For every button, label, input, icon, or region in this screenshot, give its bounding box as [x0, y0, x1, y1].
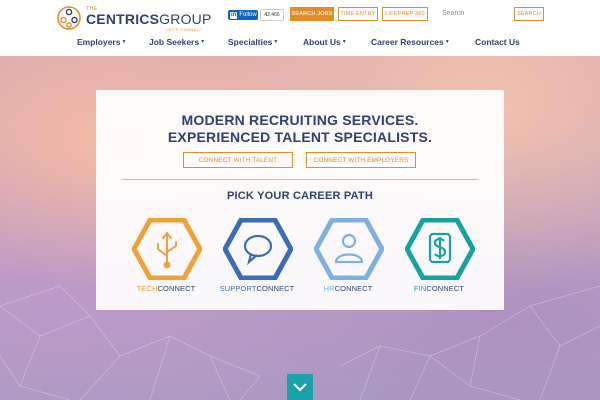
- card-divider: [122, 179, 478, 180]
- nav-employers[interactable]: Employers▼: [77, 37, 126, 47]
- finconnect-label: FINCONNECT: [389, 284, 489, 293]
- supportconnect-hexagon: [223, 218, 293, 280]
- supportconnect-link[interactable]: SUPPORTCONNECT: [213, 218, 297, 298]
- supportconnect-prefix: SUPPORT: [219, 284, 257, 293]
- techconnect-prefix: TECH: [136, 284, 158, 293]
- search-jobs-button[interactable]: SEARCH JOBS: [290, 7, 334, 21]
- linkedin-follow-label: Follow: [239, 12, 257, 18]
- nav-career-resources-label: Career Resources: [371, 37, 444, 47]
- logo-wordmark: CENTRICSGROUP: [86, 11, 212, 27]
- chevron-down-icon: [293, 383, 307, 392]
- hero-headline: MODERN RECRUITING SERVICES. EXPERIENCED …: [96, 112, 504, 146]
- speech-bubble-icon: [243, 234, 273, 266]
- nav-job-seekers-label: Job Seekers: [149, 37, 200, 47]
- finconnect-hexagon: [405, 218, 475, 280]
- chevron-down-icon: ▼: [341, 39, 347, 45]
- logo-people-icon: [57, 6, 81, 30]
- nav-employers-label: Employers: [77, 37, 121, 47]
- nav-about-us[interactable]: About Us▼: [303, 37, 347, 47]
- connect-with-employers-button[interactable]: CONNECT WITH EMPLOYERS: [306, 152, 416, 168]
- nav-specialties-label: Specialties: [228, 37, 273, 47]
- finconnect-prefix: FIN: [413, 284, 427, 293]
- usb-icon: [157, 231, 177, 269]
- techconnect-link[interactable]: TECHCONNECT: [122, 218, 206, 298]
- nav-about-us-label: About Us: [303, 37, 341, 47]
- hrconnect-link[interactable]: HRCONNECT: [304, 218, 388, 298]
- techconnect-hexagon: [132, 218, 202, 280]
- site-header: THE CENTRICSGROUP LET'S CONNECT in Follo…: [0, 0, 600, 56]
- hero-card: MODERN RECRUITING SERVICES. EXPERIENCED …: [96, 90, 504, 310]
- linkedin-follower-count: 42,466: [260, 9, 284, 21]
- finconnect-suffix: CONNECT: [426, 284, 465, 293]
- linkedin-follow-button[interactable]: in Follow: [228, 10, 258, 20]
- supportconnect-label: SUPPORTCONNECT: [207, 284, 307, 293]
- supportconnect-suffix: CONNECT: [256, 284, 295, 293]
- centrics-group-logo[interactable]: THE CENTRICSGROUP LET'S CONNECT: [56, 5, 211, 32]
- person-icon: [334, 233, 364, 264]
- search-button[interactable]: SEARCH: [514, 7, 544, 21]
- chevron-down-icon: ▼: [444, 39, 450, 45]
- nav-job-seekers[interactable]: Job Seekers▼: [149, 37, 205, 47]
- nav-contact-us[interactable]: Contact Us: [475, 37, 520, 47]
- techconnect-label: TECHCONNECT: [116, 284, 216, 293]
- chevron-down-icon: ▼: [200, 39, 206, 45]
- chevron-down-icon: ▼: [273, 39, 279, 45]
- nav-specialties[interactable]: Specialties▼: [228, 37, 278, 47]
- linkedin-icon: in: [230, 11, 238, 19]
- time-entry-button[interactable]: TIME ENTRY: [338, 7, 378, 21]
- hrconnect-suffix: CONNECT: [334, 284, 373, 293]
- main-nav: Employers▼ Job Seekers▼ Specialties▼ Abo…: [0, 32, 600, 54]
- pick-career-path-title: PICK YOUR CAREER PATH: [227, 190, 373, 202]
- chevron-down-icon: ▼: [121, 39, 127, 45]
- scroll-down-button[interactable]: [287, 374, 313, 400]
- logo-wordmark-bold: CENTRICS: [86, 11, 160, 27]
- hrconnect-label: HRCONNECT: [298, 284, 398, 293]
- nav-contact-us-label: Contact Us: [475, 37, 520, 47]
- logo-wordmark-light: GROUP: [159, 11, 212, 27]
- connect-with-talent-button[interactable]: CONNECT WITH TALENT: [183, 152, 293, 168]
- headline-line-1: MODERN RECRUITING SERVICES.: [181, 112, 419, 128]
- hrconnect-prefix: HR: [323, 284, 335, 293]
- techconnect-suffix: CONNECT: [157, 284, 196, 293]
- search-input[interactable]: [438, 6, 510, 20]
- dollar-icon: [428, 232, 452, 264]
- lifeprep-button[interactable]: LIFEPREP 360: [382, 7, 428, 21]
- finconnect-link[interactable]: FINCONNECT: [395, 218, 479, 298]
- hrconnect-hexagon: [314, 218, 384, 280]
- headline-line-2: EXPERIENCED TALENT SPECIALISTS.: [167, 129, 433, 145]
- nav-career-resources[interactable]: Career Resources▼: [371, 37, 450, 47]
